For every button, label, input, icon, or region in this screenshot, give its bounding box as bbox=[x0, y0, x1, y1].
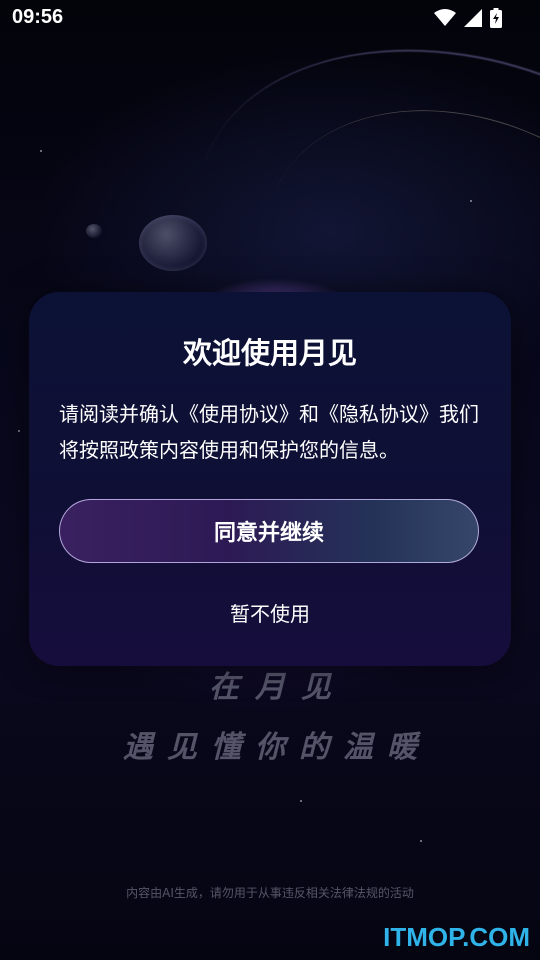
cellular-signal-icon bbox=[464, 9, 482, 27]
message-prefix: 请阅读并确认 bbox=[59, 402, 179, 426]
status-bar: 09:56 bbox=[0, 0, 540, 36]
status-time: 09:56 bbox=[12, 6, 64, 28]
slogan-line-1: 在月见 bbox=[209, 670, 347, 705]
small-moon-icon bbox=[86, 224, 102, 238]
site-watermark: ITMOP.COM bbox=[383, 922, 530, 952]
app-screen: 09:56 在月见 遇见懂你的温暖 内容由AI生成，请勿用于从事违反相关法律法规… bbox=[0, 0, 540, 960]
dialog-message: 请阅读并确认《使用协议》和《隐私协议》我们将按照政策内容使用和保护您的信息。 bbox=[59, 396, 483, 468]
status-icons bbox=[434, 8, 502, 28]
consent-dialog: 欢迎使用月见 请阅读并确认《使用协议》和《隐私协议》我们将按照政策内容使用和保护… bbox=[29, 292, 511, 666]
agree-continue-button[interactable]: 同意并继续 bbox=[59, 499, 479, 563]
message-middle: 和 bbox=[299, 402, 319, 426]
slogan-line-2: 遇见懂你的温暖 bbox=[123, 730, 431, 765]
dialog-title: 欢迎使用月见 bbox=[182, 336, 357, 370]
decline-button[interactable]: 暂不使用 bbox=[29, 598, 511, 627]
wifi-icon bbox=[434, 9, 456, 27]
agree-button-label: 同意并继续 bbox=[213, 520, 324, 546]
moon-icon bbox=[139, 215, 207, 271]
battery-charging-icon bbox=[490, 8, 502, 28]
terms-of-use-link[interactable]: 《使用协议》 bbox=[179, 402, 299, 426]
ai-disclaimer: 内容由AI生成，请勿用于从事违反相关法律法规的活动 bbox=[126, 886, 414, 900]
privacy-policy-link[interactable]: 《隐私协议》 bbox=[319, 402, 439, 426]
